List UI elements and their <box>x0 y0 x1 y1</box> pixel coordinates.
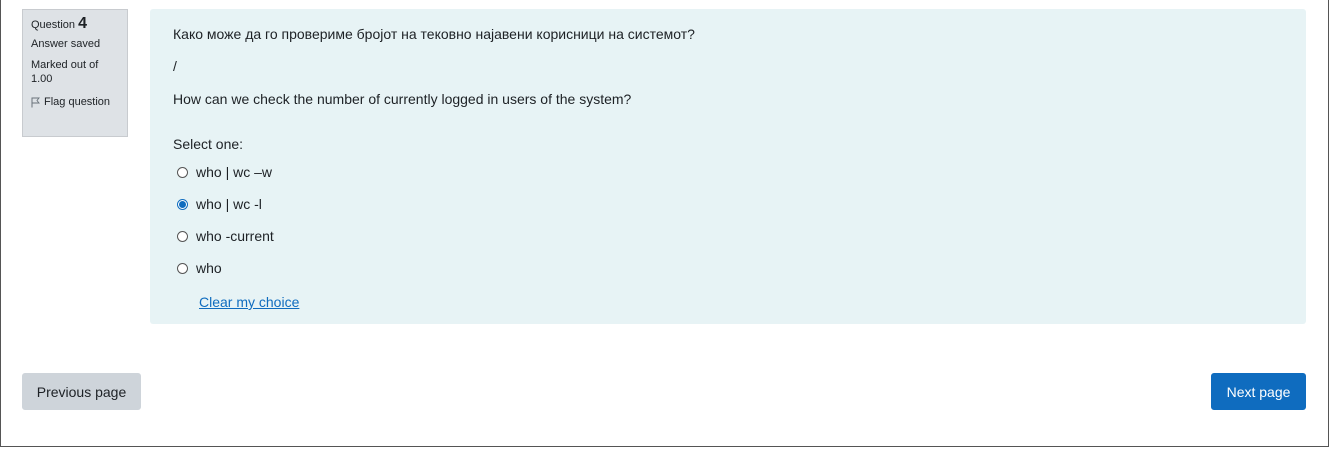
flag-question-toggle[interactable]: Flag question <box>31 95 119 109</box>
radio-button[interactable] <box>177 198 188 210</box>
question-info: Question 4 Answer saved Marked out of 1.… <box>22 9 128 137</box>
select-one-prompt: Select one: <box>173 136 244 152</box>
question-text: Како може да го провериме бројот на теко… <box>173 24 1283 109</box>
question-text-macedonian: Како може да го провериме бројот на теко… <box>173 26 695 42</box>
question-label: Question <box>31 19 76 31</box>
answer-option-label: who <box>196 260 222 276</box>
answer-option-label: who | wc –w <box>196 164 272 180</box>
question-number: 4 <box>78 15 87 32</box>
question-grade: Marked out of 1.00 <box>31 59 99 85</box>
answer-option-4[interactable]: who <box>173 252 1283 284</box>
question-number-line: Question 4 <box>31 15 119 32</box>
answer-option-label: who -current <box>196 228 274 244</box>
flag-icon <box>31 97 40 108</box>
answer-option-2[interactable]: who | wc -l <box>173 188 1283 220</box>
answer-options: who | wc –w who | wc -l who -current who <box>173 156 1283 284</box>
question-state: Answer saved <box>31 38 101 50</box>
radio-button[interactable] <box>177 166 188 178</box>
question-text-separator: / <box>173 58 177 74</box>
question-content: Како може да го провериме бројот на теко… <box>150 9 1306 324</box>
next-page-button[interactable]: Next page <box>1211 373 1306 410</box>
flag-question-label: Flag question <box>44 96 111 108</box>
clear-my-choice-link[interactable]: Clear my choice <box>199 294 299 310</box>
answer-option-3[interactable]: who -current <box>173 220 1283 252</box>
answer-option-1[interactable]: who | wc –w <box>173 156 1283 188</box>
question-text-english: How can we check the number of currently… <box>173 91 632 107</box>
answer-option-label: who | wc -l <box>196 196 262 212</box>
radio-button[interactable] <box>177 230 188 242</box>
previous-page-button[interactable]: Previous page <box>22 373 141 410</box>
radio-button[interactable] <box>177 262 188 274</box>
